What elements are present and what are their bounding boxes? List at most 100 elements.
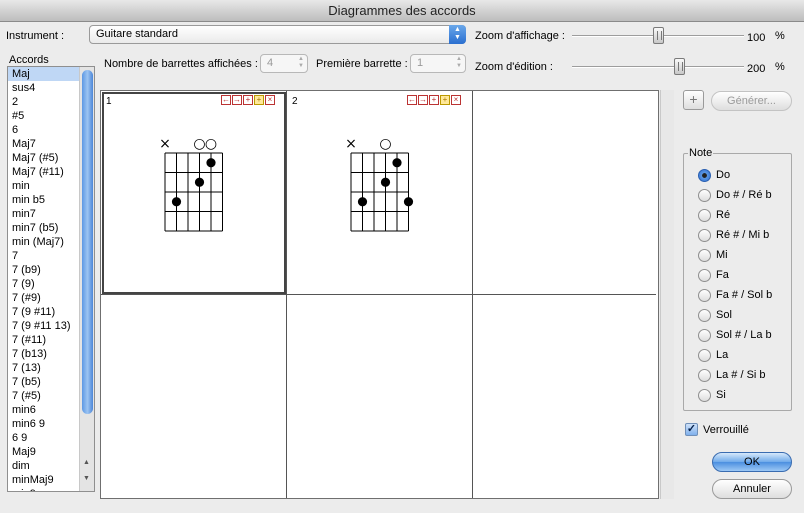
zoom-edit-value: 200 <box>747 63 766 75</box>
note-radio[interactable]: Fa # / Sol b <box>698 287 772 303</box>
diagram-cell[interactable] <box>287 295 473 498</box>
zoom-edit-slider[interactable] <box>572 58 744 75</box>
radio-button-icon[interactable] <box>698 288 711 302</box>
radio-button-icon[interactable] <box>698 368 711 382</box>
diagram-cell[interactable] <box>101 295 287 498</box>
finger-dot <box>206 158 216 168</box>
accords-list[interactable]: Maj sus4 2 #5 6 Maj7 Maj7 (#5) Maj7 (#11) min min… <box>7 66 95 492</box>
zoom-display-thumb[interactable] <box>653 27 664 44</box>
zoom-display-label: Zoom d'affichage : <box>475 30 565 42</box>
open-string-mark: ○ <box>379 136 391 152</box>
cancel-button[interactable]: Annuler <box>712 479 792 499</box>
finger-dot <box>403 197 414 207</box>
radio-button-icon[interactable] <box>698 388 711 402</box>
note-radio-label: Do # / Ré b <box>716 189 772 201</box>
note-radio-label: Sol <box>716 309 732 321</box>
frets-shown-value: 4 <box>267 57 274 69</box>
move-left-icon[interactable]: ← <box>407 95 417 105</box>
add-icon[interactable]: + <box>243 95 253 105</box>
radio-button-icon[interactable] <box>698 228 711 242</box>
window-title: Diagrammes des accords <box>0 0 804 22</box>
radio-button-icon[interactable] <box>698 248 711 262</box>
instrument-label: Instrument : <box>6 30 65 42</box>
note-radio[interactable]: Ré # / Mi b <box>698 227 769 243</box>
finger-dot <box>357 197 368 207</box>
radio-button-icon[interactable] <box>698 168 711 182</box>
diagram-number: 2 <box>292 96 298 107</box>
instrument-select[interactable]: Guitare standard ▲ ▼ <box>89 25 466 44</box>
frets-shown-stepper[interactable]: 4 ▲ ▼ <box>260 54 308 73</box>
note-radio[interactable]: Do <box>698 167 730 183</box>
note-radio[interactable]: Ré <box>698 207 730 223</box>
diagram-cell[interactable] <box>473 295 656 498</box>
zoom-edit-unit: % <box>775 61 785 73</box>
note-radio[interactable]: La # / Si b <box>698 367 766 383</box>
finger-dot <box>380 177 391 187</box>
add-icon[interactable]: + <box>440 95 450 105</box>
radio-button-icon[interactable] <box>698 188 711 202</box>
delete-icon[interactable]: × <box>451 95 461 105</box>
stepper-arrows-icon[interactable]: ▲ ▼ <box>454 56 464 71</box>
zoom-edit-label: Zoom d'édition : <box>475 61 553 73</box>
instrument-value: Guitare standard <box>96 28 178 40</box>
diagram-number: 1 <box>106 96 112 107</box>
note-radio-label: Ré # / Mi b <box>716 229 770 241</box>
zoom-edit-thumb[interactable] <box>673 58 685 75</box>
move-right-icon[interactable]: → <box>418 95 428 105</box>
checkmark-icon[interactable]: ✓ <box>685 423 698 436</box>
finger-dot <box>392 158 402 168</box>
scroll-up-icon[interactable]: ▲ <box>83 459 90 466</box>
radio-button-icon[interactable] <box>698 308 711 322</box>
add-icon[interactable]: + <box>429 95 439 105</box>
radio-button-icon[interactable] <box>698 208 711 222</box>
note-radio-label: Ré <box>716 209 731 221</box>
note-radio[interactable]: Fa <box>698 267 729 283</box>
locked-checkbox[interactable]: ✓ Verrouillé <box>685 423 749 436</box>
move-left-icon[interactable]: ← <box>221 95 231 105</box>
note-radio-label: Do <box>716 169 731 181</box>
note-radio-label: Mi <box>716 249 728 261</box>
radio-button-icon[interactable] <box>698 268 711 282</box>
radio-button-icon[interactable] <box>698 348 711 362</box>
first-fret-value: 1 <box>417 57 424 69</box>
open-string-mark: ○ <box>205 136 217 152</box>
note-radio-label: La # / Si b <box>716 369 766 381</box>
ok-button[interactable]: OK <box>712 452 792 472</box>
move-right-icon[interactable]: → <box>232 95 242 105</box>
note-radio[interactable]: La <box>698 347 728 363</box>
stepper-arrows-icon[interactable]: ▲ ▼ <box>296 56 306 71</box>
note-radio-label: Sol # / La b <box>716 329 772 341</box>
radio-button-icon[interactable] <box>698 328 711 342</box>
grid-scrollbar[interactable] <box>660 90 674 499</box>
zoom-display-slider[interactable] <box>572 27 744 44</box>
note-radio[interactable]: Sol <box>698 307 732 323</box>
first-fret-label: Première barrette : <box>316 58 408 70</box>
note-radio[interactable]: Si <box>698 387 726 403</box>
note-radio[interactable]: Mi <box>698 247 728 263</box>
diagram-cell[interactable]: 1 ← → + + × × ○ ○ <box>101 91 287 295</box>
diagram-cell[interactable]: 2 ← → + + × × ○ <box>287 91 473 295</box>
note-group-label: Note <box>688 147 714 159</box>
zoom-edit-track <box>572 66 744 68</box>
add-icon[interactable]: + <box>254 95 264 105</box>
diagram-cell[interactable] <box>473 91 656 295</box>
diagram-grid[interactable]: 1 ← → + + × × ○ ○ 2 ← → + + × × ○ <box>100 90 659 499</box>
zoom-display-value: 100 <box>747 32 766 44</box>
note-radio-label: La <box>716 349 729 361</box>
first-fret-stepper[interactable]: 1 ▲ ▼ <box>410 54 466 73</box>
add-button[interactable]: + <box>683 90 704 110</box>
select-arrows-icon: ▲ ▼ <box>449 25 466 44</box>
locked-label: Verrouillé <box>703 423 749 436</box>
accords-scroll-knob[interactable] <box>82 70 93 414</box>
note-radio[interactable]: Sol # / La b <box>698 327 772 343</box>
scroll-down-icon[interactable]: ▼ <box>83 475 90 482</box>
accords-scrollbar[interactable]: ▲ ▼ <box>79 67 94 491</box>
note-radio[interactable]: Do # / Ré b <box>698 187 772 203</box>
delete-icon[interactable]: × <box>265 95 275 105</box>
note-radio-label: Fa <box>716 269 729 281</box>
finger-dot <box>171 197 182 207</box>
diagram-toolbar: ← → + + × <box>407 95 461 105</box>
chord-diagram: × ○ ○ <box>159 136 223 232</box>
note-group: Do Do # / Ré b Ré Ré # / Mi b Mi Fa Fa # / Sol… <box>683 153 792 411</box>
generate-button[interactable]: Générer... <box>711 91 792 111</box>
